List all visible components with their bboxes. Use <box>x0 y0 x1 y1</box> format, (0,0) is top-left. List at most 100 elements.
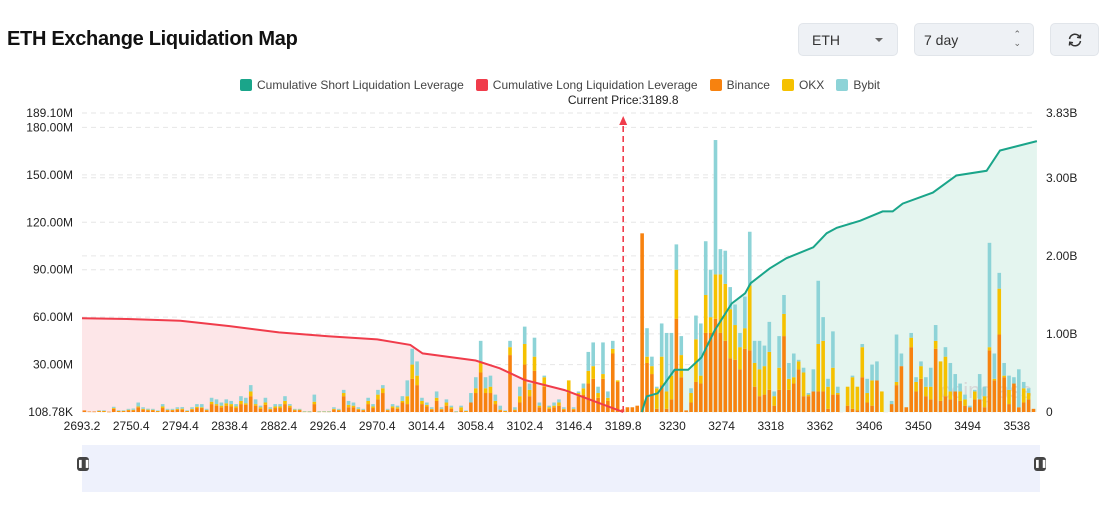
bar-okx <box>420 400 424 405</box>
bar-okx <box>180 408 185 410</box>
bar-binance <box>762 394 767 412</box>
bar-okx <box>376 394 380 400</box>
bar-binance <box>146 410 150 412</box>
x-tick-label: 2838.4 <box>211 419 248 433</box>
bar-binance <box>777 389 781 412</box>
bar-binance <box>933 348 938 412</box>
bar-bybit <box>151 408 155 410</box>
bar-bybit <box>214 399 219 405</box>
bar-binance <box>875 380 879 412</box>
bar-okx <box>234 406 238 409</box>
bar-bybit <box>708 269 713 318</box>
bar-binance <box>772 405 777 412</box>
bar-okx <box>762 366 767 395</box>
bar-bybit <box>200 404 204 408</box>
bar-bybit <box>562 407 566 409</box>
bar-binance <box>288 407 292 412</box>
bar-binance <box>909 347 913 412</box>
bar-bybit <box>410 348 414 365</box>
bar-binance <box>679 377 684 412</box>
bar-bybit <box>244 397 248 404</box>
bar-binance <box>483 393 488 412</box>
bar-binance <box>385 410 390 412</box>
bar-binance <box>757 396 762 412</box>
bar-bybit <box>195 404 199 407</box>
bar-binance <box>723 340 728 412</box>
bar-okx <box>244 403 248 405</box>
x-tick-label: 3318 <box>757 419 784 433</box>
bar-bybit <box>258 405 263 408</box>
bar-bybit <box>97 410 101 411</box>
bar-bybit <box>591 342 595 367</box>
bar-binance <box>894 385 899 412</box>
bar-binance <box>263 404 268 412</box>
bar-binance <box>743 348 747 412</box>
bar-okx <box>288 405 292 408</box>
bar-binance <box>381 393 385 412</box>
x-tick-label: 2882.4 <box>260 419 297 433</box>
bar-binance <box>845 405 850 412</box>
bar-binance <box>836 394 840 412</box>
bar-binance <box>826 408 830 412</box>
zoom-slider[interactable] <box>82 445 1040 492</box>
bar-binance <box>449 408 454 412</box>
bar-bybit <box>503 410 507 412</box>
bar-okx <box>699 375 703 384</box>
bar-bybit <box>121 410 126 411</box>
bar-binance <box>987 350 992 412</box>
bar-bybit <box>987 242 992 348</box>
bar-okx <box>219 405 224 408</box>
bar-okx <box>606 397 610 401</box>
bar-binance <box>982 407 987 412</box>
bar-binance <box>224 405 229 412</box>
bar-okx <box>943 356 948 397</box>
bar-okx <box>796 361 801 370</box>
bar-binance <box>346 407 351 412</box>
bar-okx <box>224 403 229 406</box>
x-tick-label: 3362 <box>807 419 834 433</box>
bar-okx <box>836 393 840 395</box>
bar-okx <box>537 405 542 408</box>
bar-bybit <box>434 391 439 398</box>
bar-okx <box>415 375 419 386</box>
bar-binance <box>816 391 821 412</box>
bar-okx <box>141 408 145 410</box>
bar-bybit <box>141 407 145 409</box>
bar-bybit <box>948 362 953 392</box>
x-tick-label: 3450 <box>905 419 932 433</box>
bar-binance <box>493 404 498 412</box>
bar-okx <box>312 401 317 405</box>
bar-okx <box>752 362 757 387</box>
bar-okx <box>273 406 277 409</box>
slider-handle-right[interactable]: ❚❚ <box>1034 457 1047 471</box>
bar-okx <box>361 409 366 411</box>
bar-binance <box>366 404 370 412</box>
x-tick-label: 3494 <box>954 419 981 433</box>
bar-okx <box>136 406 141 408</box>
x-tick-label: 3406 <box>856 419 883 433</box>
bar-okx <box>395 407 400 409</box>
bar-okx <box>586 370 591 384</box>
bar-binance <box>444 405 449 412</box>
bar-okx <box>787 378 791 390</box>
slider-handle-left[interactable]: ❚❚ <box>77 457 90 471</box>
bar-bybit <box>400 396 405 401</box>
bar-bybit <box>204 408 209 410</box>
bar-okx <box>738 347 742 370</box>
bar-binance <box>948 399 953 412</box>
bar-okx <box>728 309 732 359</box>
bar-bybit <box>762 345 767 367</box>
bar-binance <box>180 409 185 412</box>
bar-binance <box>997 334 1002 412</box>
bar-bybit <box>958 383 962 392</box>
bar-binance <box>400 402 405 412</box>
bar-binance <box>953 391 958 412</box>
bar-bybit <box>889 400 894 405</box>
bar-binance <box>376 399 380 412</box>
bar-bybit <box>341 389 346 394</box>
bar-bybit <box>674 244 679 270</box>
bar-binance <box>801 396 806 412</box>
bar-okx <box>425 404 429 407</box>
x-tick-label: 2750.4 <box>113 419 150 433</box>
bar-okx <box>743 328 747 349</box>
